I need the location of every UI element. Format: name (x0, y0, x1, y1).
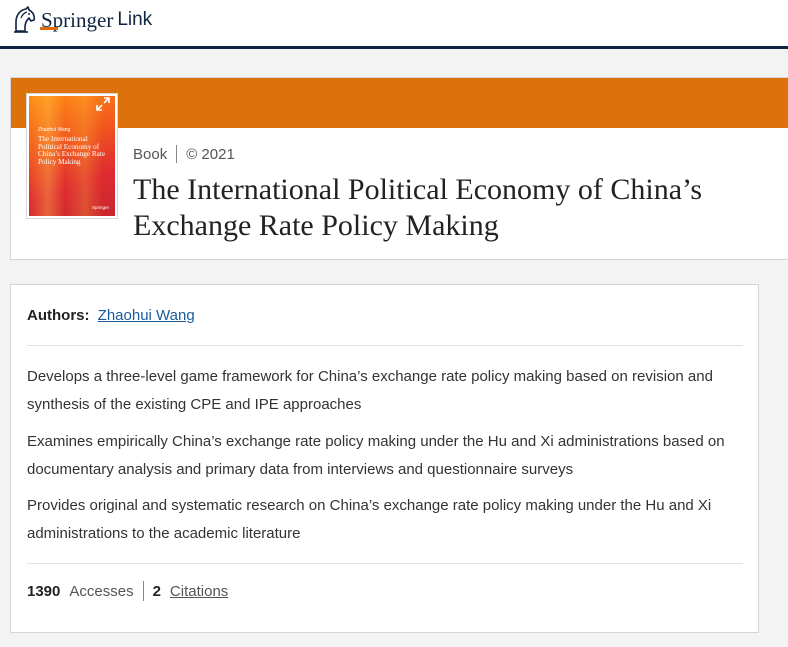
authors-line: Authors: Zhaohui Wang (27, 307, 195, 324)
cover-title: The International Political Economy of C… (38, 135, 106, 166)
metrics-bar: 1390 Accesses 2 Citations (27, 581, 228, 601)
citations-link[interactable]: Citations (170, 583, 228, 600)
logo-underline (40, 27, 58, 30)
copyright-year: © 2021 (186, 145, 235, 163)
accesses-label: Accesses (69, 582, 134, 600)
book-details-card: Authors: Zhaohui Wang Develops a three-l… (10, 284, 759, 633)
book-title: The International Political Economy of C… (133, 173, 703, 242)
authors-label: Authors: (27, 307, 90, 324)
book-meta: Book © 2021 (133, 145, 235, 163)
metrics-separator (142, 581, 144, 601)
highlight-item: Develops a three-level game framework fo… (27, 368, 713, 413)
springer-link-logo[interactable]: Springer Link (12, 4, 152, 36)
springer-horse-icon (14, 6, 36, 33)
header-rule (0, 46, 788, 49)
orange-banner (11, 78, 788, 128)
divider (27, 563, 743, 564)
content-type: Book (133, 145, 168, 163)
meta-separator (176, 145, 178, 163)
expand-icon[interactable] (95, 96, 111, 112)
citations-count: 2 (152, 582, 161, 600)
highlight-item: Provides original and systematic researc… (27, 497, 712, 542)
book-cover[interactable]: Zhaohui Wang The International Political… (27, 94, 117, 218)
highlight-item: Examines empirically China’s exchange ra… (27, 433, 725, 478)
author-link[interactable]: Zhaohui Wang (98, 307, 195, 324)
cover-author: Zhaohui Wang (38, 127, 71, 133)
cover-publisher: Springer (91, 205, 109, 210)
book-header-card: Zhaohui Wang The International Political… (10, 77, 788, 260)
site-header: Springer Link (0, 0, 788, 49)
divider (27, 345, 743, 346)
accesses-count: 1390 (27, 582, 61, 600)
logo-suffix: Link (117, 9, 153, 30)
